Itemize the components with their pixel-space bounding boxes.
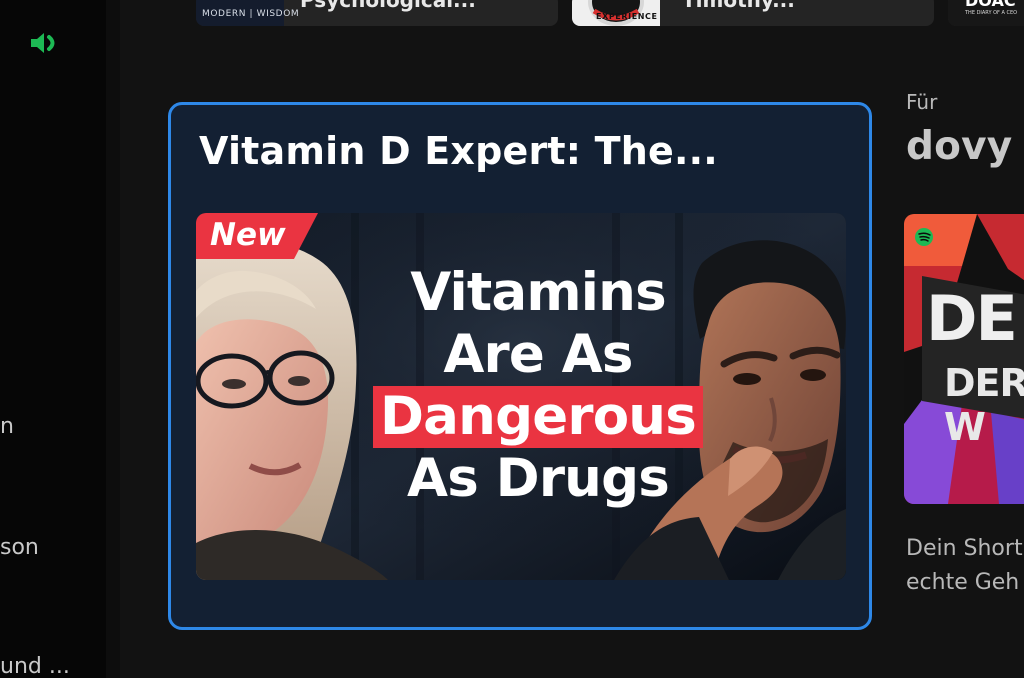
top-card-title: Timothy... [682, 0, 795, 12]
sidebar-item-partial-2[interactable]: son [0, 535, 39, 560]
top-card-title: Psychological... [300, 0, 476, 12]
right-card-artwork [904, 214, 1024, 504]
thumbnail-headline: Vitamins Are As Dangerous As Drugs [358, 262, 718, 510]
focused-episode-card[interactable]: Vitamin D Expert: The... New Vitamins Ar… [168, 102, 872, 630]
top-card-doac[interactable]: DOAC THE DIARY OF A CEO [948, 0, 1024, 26]
experience-logo-text: EXPERIENCE [596, 12, 658, 21]
thumbnail-line: As Drugs [407, 448, 670, 509]
podcast-cover-doac: DOAC THE DIARY OF A CEO [948, 0, 1024, 26]
new-badge: New [210, 217, 286, 253]
episode-title: Vitamin D Expert: The... [199, 129, 718, 173]
for-you-label: Für [906, 90, 938, 114]
modern-wisdom-logo-text: MODERN | WISDOM [202, 9, 300, 19]
thumbnail-highlight: Dangerous [372, 386, 703, 448]
right-card-title-small: DER W [944, 361, 1024, 449]
right-card-description-line: echte Geh [906, 570, 1020, 595]
speaker-icon [31, 33, 55, 53]
sidebar-divider [106, 0, 120, 678]
top-card-timothy[interactable]: EXPERIENCE Timothy... [572, 0, 934, 26]
sidebar-item-partial-1[interactable]: n [0, 414, 14, 439]
doac-logo-subtitle: THE DIARY OF A CEO [965, 10, 1018, 16]
right-card-description: Dein Short echte Geh [906, 532, 1023, 600]
sidebar-item-partial-3[interactable]: und ... [0, 654, 70, 678]
right-playlist-card[interactable]: DE DER W [904, 214, 1024, 504]
doac-logo-text: DOAC [965, 0, 1016, 10]
right-card-title-large: DE [926, 282, 1018, 355]
top-card-psychological[interactable]: MODERN | WISDOM Psychological... [196, 0, 558, 26]
podcast-cover-experience: EXPERIENCE [572, 0, 660, 26]
episode-thumbnail[interactable]: New Vitamins Are As Dangerous As Drugs [196, 213, 846, 580]
podcast-cover-modern-wisdom: MODERN | WISDOM [196, 0, 299, 26]
thumbnail-line: Are As [443, 324, 633, 385]
right-card-description-line: Dein Short [906, 536, 1023, 561]
left-sidebar: n son und ... [0, 0, 106, 678]
for-you-user: dovy [906, 124, 1013, 169]
thumbnail-line-highlight-wrapper: Dangerous [358, 386, 718, 448]
main-content: MODERN | WISDOM Psychological... EXPERIE… [120, 0, 1024, 678]
thumbnail-line: Vitamins [410, 262, 666, 323]
